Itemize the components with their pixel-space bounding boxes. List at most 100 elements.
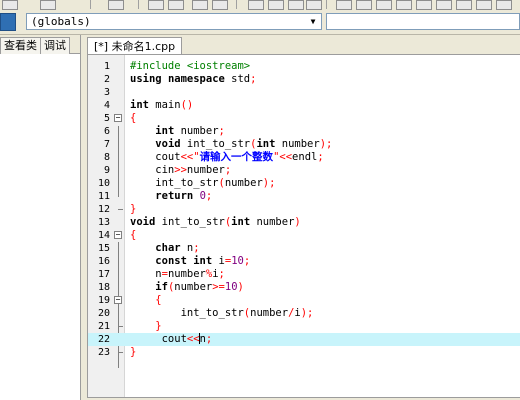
fold-end-marker xyxy=(118,326,123,327)
fold-toggle-icon[interactable]: − xyxy=(114,114,122,122)
code-line[interactable]: 11 return 0; xyxy=(88,190,520,203)
code-line[interactable]: 7 void int_to_str(int number); xyxy=(88,138,520,151)
code-text: } xyxy=(155,320,162,332)
code-text: } xyxy=(130,346,137,358)
toolbar-icon[interactable] xyxy=(336,0,352,10)
line-number: 5 xyxy=(103,113,110,124)
line-number: 11 xyxy=(97,191,110,202)
line-number: 1 xyxy=(103,61,110,72)
line-number: 19 xyxy=(97,295,110,306)
code-text: { xyxy=(155,294,162,306)
project-panel: 查看类 调试 xyxy=(0,35,81,400)
fold-end-marker xyxy=(118,209,123,210)
code-line[interactable]: 15 char n; xyxy=(88,242,520,255)
line-number: 9 xyxy=(103,165,110,176)
code-text: cin>>number; xyxy=(130,164,232,176)
code-line[interactable]: 10 int_to_str(number); xyxy=(88,177,520,190)
line-number: 12 xyxy=(97,204,110,215)
code-line[interactable]: 5−{ xyxy=(88,112,520,125)
code-text: } xyxy=(130,203,137,215)
code-text: { xyxy=(130,229,137,241)
code-line[interactable]: 12} xyxy=(88,203,520,216)
toolbar-icon[interactable] xyxy=(436,0,452,10)
code-text: int main() xyxy=(130,99,194,111)
line-number: 16 xyxy=(97,256,110,267)
toolbar-icon[interactable] xyxy=(148,0,164,10)
code-line[interactable]: 9 cin>>number; xyxy=(88,164,520,177)
code-line[interactable]: 8 cout<<"请输入一个整数"<<endl; xyxy=(88,151,520,164)
code-text: const int i=10; xyxy=(155,255,251,267)
toolbar-separator xyxy=(326,0,327,9)
code-line[interactable]: 23} xyxy=(88,346,520,359)
toolbar-separator xyxy=(236,0,237,9)
code-line[interactable]: 16 const int i=10; xyxy=(88,255,520,268)
code-lines: 1 #include <iostream> 2 using namespace std… xyxy=(88,60,520,359)
toolbar-separator xyxy=(90,0,91,9)
toolbar-icon[interactable] xyxy=(376,0,392,10)
code-text: #include <iostream> xyxy=(130,60,251,72)
code-line[interactable]: 19− { xyxy=(88,294,520,307)
toolbar-icon[interactable] xyxy=(416,0,432,10)
toolbar-icon[interactable] xyxy=(476,0,492,10)
code-line[interactable]: 17 n=number%i; xyxy=(88,268,520,281)
toolbar-icon[interactable] xyxy=(268,0,284,10)
line-number: 17 xyxy=(97,269,110,280)
code-line[interactable]: 21 } xyxy=(88,320,520,333)
scope-toolbar: (globals) ▼ xyxy=(0,10,520,35)
toolbar-icon[interactable] xyxy=(212,0,228,10)
scope-select[interactable]: (globals) ▼ xyxy=(26,13,322,30)
toolbar-icon[interactable] xyxy=(108,0,124,10)
code-line[interactable]: 2 using namespace std; xyxy=(88,73,520,86)
fold-toggle-icon[interactable]: − xyxy=(114,231,122,239)
toolbar-icon[interactable] xyxy=(356,0,372,10)
line-number: 7 xyxy=(103,139,110,150)
line-number: 2 xyxy=(103,74,110,85)
code-line[interactable]: 4 int main() xyxy=(88,99,520,112)
toolbar-separator xyxy=(138,0,139,9)
left-panel-tabs: 查看类 调试 xyxy=(0,35,80,54)
function-select[interactable] xyxy=(326,13,520,30)
tab-label: 查看类 xyxy=(4,39,37,52)
code-text: void int_to_str(int number); xyxy=(155,138,333,150)
code-text: void int_to_str(int number) xyxy=(130,216,301,228)
code-text: int_to_str(number); xyxy=(130,177,276,189)
line-number: 21 xyxy=(97,321,110,332)
toolbar-icon[interactable] xyxy=(396,0,412,10)
code-text: int_to_str(number/i); xyxy=(130,307,314,319)
code-text: int number; xyxy=(155,125,225,137)
toolbar-icon[interactable] xyxy=(496,0,512,10)
toolbar-icon[interactable] xyxy=(288,0,304,10)
code-line[interactable]: 6 int number; xyxy=(88,125,520,138)
fold-end-marker xyxy=(118,352,123,353)
code-text: return 0; xyxy=(155,190,213,202)
toolbar-icon[interactable] xyxy=(192,0,208,10)
code-line[interactable]: 1 #include <iostream> xyxy=(88,60,520,73)
code-line[interactable]: 20 int_to_str(number/i); xyxy=(88,307,520,320)
code-text: cout<<n; xyxy=(130,333,213,345)
code-editor[interactable]: 1 #include <iostream> 2 using namespace std… xyxy=(87,54,520,398)
code-text: using namespace std; xyxy=(130,73,257,85)
toolbar-icon[interactable] xyxy=(168,0,184,10)
code-line[interactable]: 3 xyxy=(88,86,520,99)
tab-class-view[interactable]: 查看类 xyxy=(0,37,41,54)
toolbar-icon[interactable] xyxy=(248,0,264,10)
class-browser-icon[interactable] xyxy=(0,13,16,31)
toolbar-icon[interactable] xyxy=(40,0,56,10)
tab-label: 调试 xyxy=(44,39,66,52)
code-line[interactable]: 22 cout<<n; xyxy=(88,333,520,346)
file-tab[interactable]: [*] 未命名1.cpp xyxy=(87,37,183,55)
code-line[interactable]: 14−{ xyxy=(88,229,520,242)
toolbar-icon[interactable] xyxy=(2,0,18,10)
line-number: 23 xyxy=(97,347,110,358)
code-line[interactable]: 13 void int_to_str(int number) xyxy=(88,216,520,229)
toolbar-icon[interactable] xyxy=(456,0,472,10)
line-number: 8 xyxy=(103,152,110,163)
tab-debug[interactable]: 调试 xyxy=(40,37,70,54)
line-number: 4 xyxy=(103,100,110,111)
chevron-down-icon[interactable]: ▼ xyxy=(307,14,319,29)
fold-toggle-icon[interactable]: − xyxy=(114,296,122,304)
code-line[interactable]: 18 if(number>=10) xyxy=(88,281,520,294)
code-text: n=number%i; xyxy=(130,268,225,280)
line-number: 13 xyxy=(97,217,110,228)
toolbar-icon[interactable] xyxy=(306,0,322,10)
